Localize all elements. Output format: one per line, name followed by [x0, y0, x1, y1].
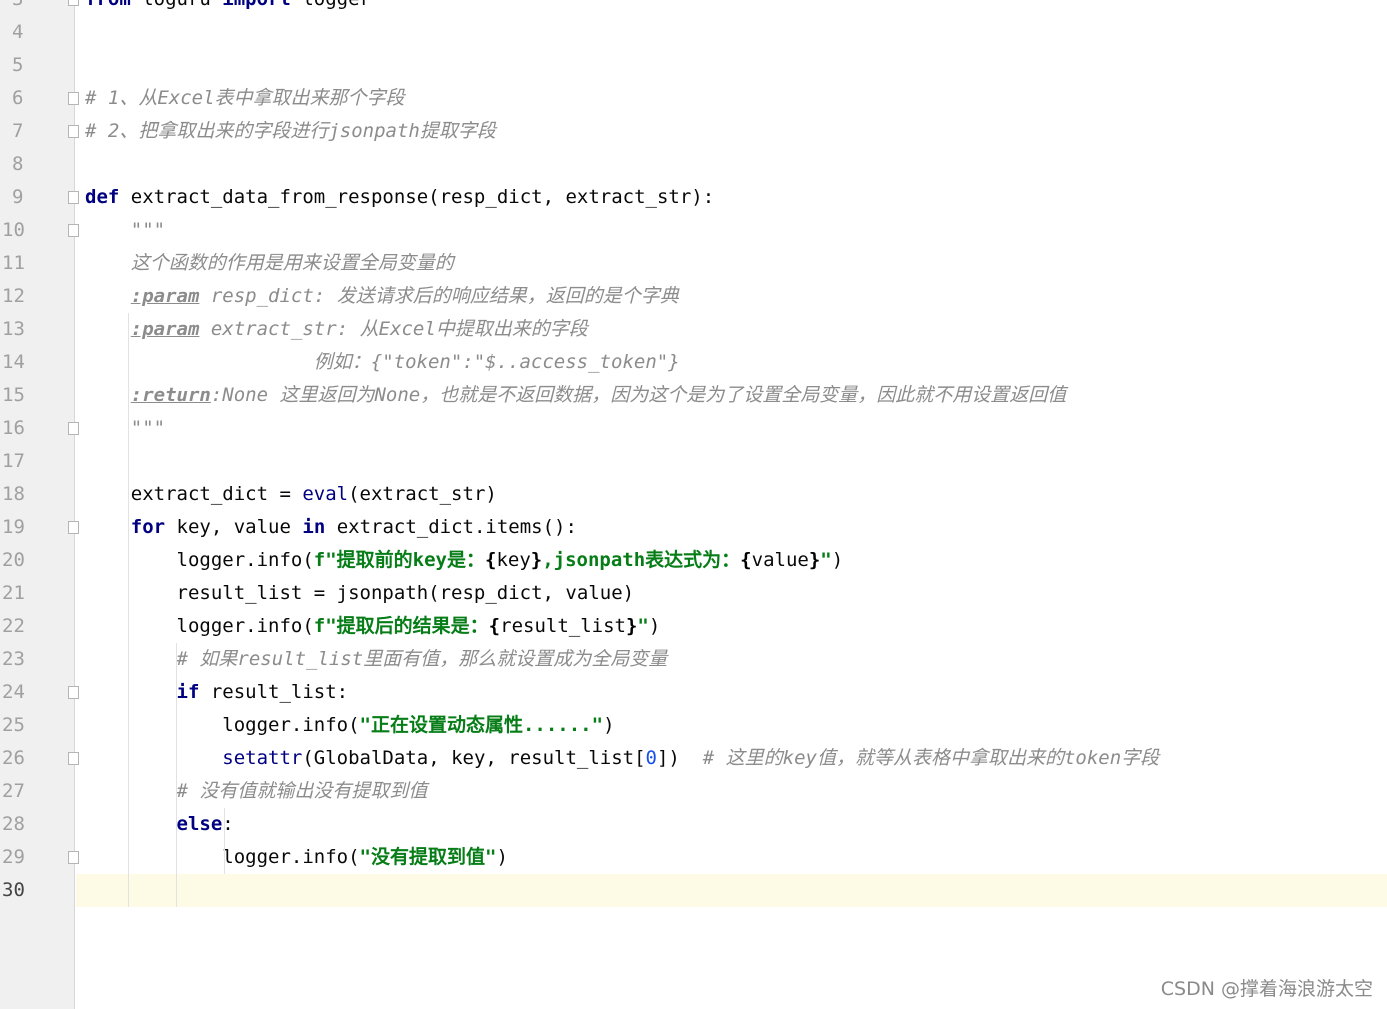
code-line: :return:None 这里返回为None，也就是不返回数据，因为这个是为了设… — [76, 379, 1387, 412]
fold-marker-icon[interactable] — [68, 224, 79, 237]
indent-guide — [128, 313, 129, 907]
line-number: 26 — [2, 747, 25, 769]
line-number: 9 — [12, 186, 24, 208]
line-number: 29 — [2, 846, 25, 868]
fold-marker-icon[interactable] — [68, 752, 79, 765]
fold-marker-icon[interactable] — [68, 125, 79, 138]
indent-guide — [224, 808, 225, 874]
line-number: 13 — [2, 318, 25, 340]
fold-marker-icon[interactable] — [68, 851, 79, 864]
code-line: # 如果result_list里面有值，那么就设置成为全局变量 — [76, 643, 1387, 676]
line-number: 16 — [2, 417, 25, 439]
line-number: 22 — [2, 615, 25, 637]
code-line-text: extract_dict = eval(extract_str) — [85, 483, 497, 505]
line-number: 28 — [2, 813, 25, 835]
code-line: logger.info(f"提取后的结果是：{result_list}") — [76, 610, 1387, 643]
code-line-text: setattr(GlobalData, key, result_list[0])… — [222, 747, 1160, 769]
line-number: 15 — [2, 384, 25, 406]
code-line: 例如：{"token":"$..access_token"} — [76, 346, 1387, 379]
line-number: 8 — [12, 153, 24, 175]
code-line-text: logger.info(f"提取前的key是：{key},jsonpath表达式… — [85, 549, 844, 571]
code-line-text: from loguru import logger — [85, 0, 371, 16]
line-number: 20 — [2, 549, 25, 571]
code-line: logger.info("没有提取到值") — [76, 841, 1387, 874]
line-number: 19 — [2, 516, 25, 538]
code-line-text: """ — [130, 219, 166, 241]
code-line-text: if result_list: — [176, 681, 349, 703]
code-line: # 2、把拿取出来的字段进行jsonpath提取字段 — [76, 115, 1387, 148]
code-line: result_list = jsonpath(resp_dict, value) — [76, 577, 1387, 610]
fold-marker-icon[interactable] — [68, 686, 79, 699]
code-line: setattr(GlobalData, key, result_list[0])… — [76, 742, 1387, 775]
code-line: else: — [76, 808, 1387, 841]
line-number: 27 — [2, 780, 25, 802]
code-line-text: 例如：{"token":"$..access_token"} — [313, 351, 680, 373]
code-editor[interactable]: from loguru import logger # 1、从Excel表中拿取出… — [76, 0, 1387, 1009]
line-number: 21 — [2, 582, 25, 604]
code-line-text: for key, value in extract_dict.items(): — [130, 516, 577, 538]
line-number: 11 — [2, 252, 25, 274]
code-line: logger.info(f"提取前的key是：{key},jsonpath表达式… — [76, 544, 1387, 577]
code-line: """ — [76, 412, 1387, 445]
line-number: 17 — [2, 450, 25, 472]
code-line: :param resp_dict: 发送请求后的响应结果，返回的是个字典 — [76, 280, 1387, 313]
code-line: """ — [76, 214, 1387, 247]
line-number: 25 — [2, 714, 25, 736]
code-line-text: :param resp_dict: 发送请求后的响应结果，返回的是个字典 — [130, 285, 679, 307]
code-line: 这个函数的作用是用来设置全局变量的 — [76, 247, 1387, 280]
line-number: 12 — [2, 285, 25, 307]
code-line: extract_dict = eval(extract_str) — [76, 478, 1387, 511]
code-line-text: logger.info("没有提取到值") — [85, 846, 508, 868]
code-line-text: # 如果result_list里面有值，那么就设置成为全局变量 — [176, 648, 668, 670]
line-number: 14 — [2, 351, 25, 373]
line-number: 23 — [2, 648, 25, 670]
line-number: 7 — [12, 120, 24, 142]
code-line-text: :param extract_str: 从Excel中提取出来的字段 — [130, 318, 588, 340]
code-line-text: logger.info(f"提取后的结果是：{result_list}") — [85, 615, 661, 637]
code-line: :param extract_str: 从Excel中提取出来的字段 — [76, 313, 1387, 346]
fold-marker-icon[interactable] — [68, 0, 79, 6]
line-number: 5 — [12, 54, 24, 76]
fold-marker-icon[interactable] — [68, 191, 79, 204]
line-number: 30 — [2, 879, 25, 901]
watermark: CSDN @撑着海浪游太空 — [1160, 978, 1373, 1000]
code-line: for key, value in extract_dict.items(): — [76, 511, 1387, 544]
code-line: def extract_data_from_response(resp_dict… — [76, 181, 1387, 214]
code-line-text: logger.info("正在设置动态属性......") — [85, 714, 615, 736]
code-line-text: result_list = jsonpath(resp_dict, value) — [85, 582, 635, 604]
line-number: 18 — [2, 483, 25, 505]
code-line-text: 这个函数的作用是用来设置全局变量的 — [130, 252, 454, 274]
fold-marker-icon[interactable] — [68, 521, 79, 534]
line-number: 24 — [2, 681, 25, 703]
code-line-text: :return:None 这里返回为None，也就是不返回数据，因为这个是为了设… — [130, 384, 1067, 406]
code-line-text: # 1、从Excel表中拿取出来那个字段 — [85, 87, 405, 109]
code-line: from loguru import logger — [76, 0, 1387, 16]
code-line: # 没有值就输出没有提取到值 — [76, 775, 1387, 808]
code-line: # 1、从Excel表中拿取出来那个字段 — [76, 82, 1387, 115]
code-line: if result_list: — [76, 676, 1387, 709]
code-line-text: """ — [130, 417, 166, 439]
code-line-text: # 没有值就输出没有提取到值 — [176, 780, 428, 802]
indent-guide — [176, 643, 177, 907]
code-line-text: def extract_data_from_response(resp_dict… — [85, 186, 715, 208]
code-line — [76, 874, 1387, 907]
line-number: 6 — [12, 87, 24, 109]
fold-marker-icon[interactable] — [68, 422, 79, 435]
line-number: 4 — [12, 21, 24, 43]
fold-marker-icon[interactable] — [68, 92, 79, 105]
code-line-text: else: — [176, 813, 234, 835]
code-line-text: # 2、把拿取出来的字段进行jsonpath提取字段 — [85, 120, 496, 142]
code-line: logger.info("正在设置动态属性......") — [76, 709, 1387, 742]
line-number: 10 — [2, 219, 25, 241]
line-number: 3 — [12, 0, 42, 16]
